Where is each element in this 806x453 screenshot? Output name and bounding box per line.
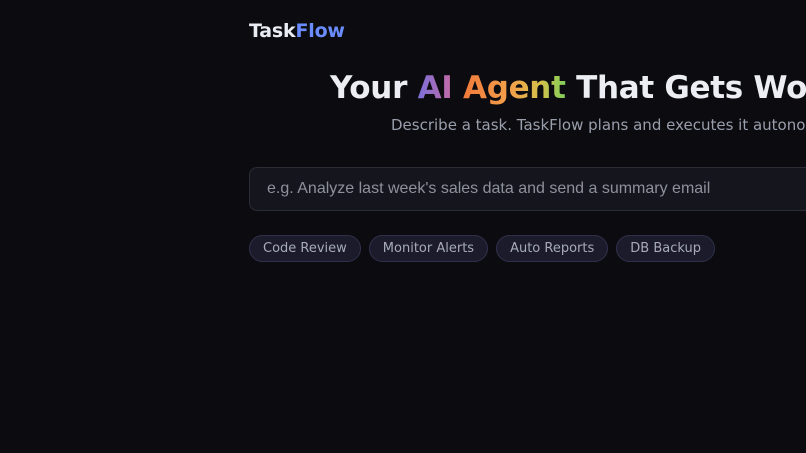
chip-code-review[interactable]: Code Review (249, 235, 361, 262)
hero-title-space (453, 70, 464, 106)
hero-subtitle: Describe a task. TaskFlow plans and exec… (391, 116, 806, 134)
hero-title-lead: Your (330, 70, 418, 106)
logo-text-task: Task (249, 20, 296, 42)
app-page: TaskFlow Your AI Agent That Gets Work D … (0, 0, 806, 453)
hero-title-ai: AI (417, 70, 453, 106)
hero-title-agent: Agent (463, 70, 566, 106)
chip-monitor-alerts[interactable]: Monitor Alerts (368, 235, 489, 262)
suggestion-chips: Code Review Monitor Alerts Auto Reports … (249, 235, 715, 262)
chip-auto-reports[interactable]: Auto Reports (496, 235, 609, 262)
logo-text-flow: Flow (295, 20, 345, 42)
hero-title: Your AI Agent That Gets Work D (330, 70, 806, 106)
task-input-container (249, 167, 806, 211)
chip-db-backup[interactable]: DB Backup (616, 235, 715, 262)
hero-title-rest: That Gets Work D (576, 70, 806, 106)
taskflow-logo[interactable]: TaskFlow (249, 20, 345, 42)
task-input[interactable] (250, 168, 806, 210)
